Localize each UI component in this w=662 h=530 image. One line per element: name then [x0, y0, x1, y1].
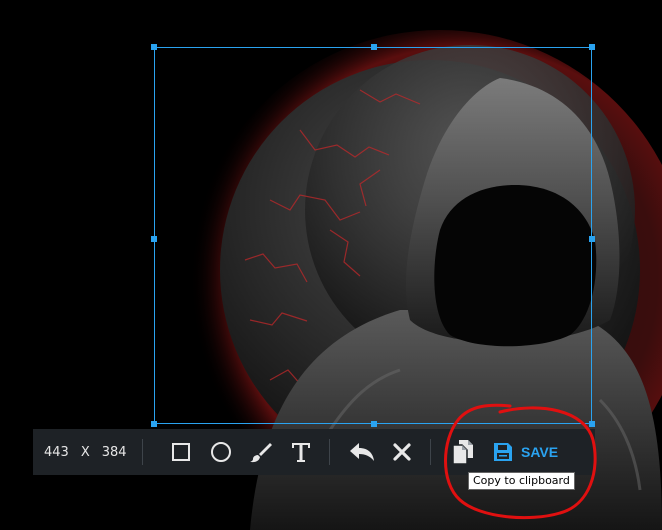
selection-dimensions: 443 X 384: [33, 445, 142, 460]
resize-handle-bottom-left[interactable]: [151, 421, 157, 427]
text-tool-button[interactable]: [281, 432, 321, 472]
save-button-label: SAVE: [521, 444, 559, 460]
brush-icon: [250, 443, 272, 463]
resize-handle-bottom-right[interactable]: [589, 421, 595, 427]
resize-handle-top[interactable]: [371, 44, 377, 50]
selection-width-value: 443: [44, 444, 69, 460]
save-button[interactable]: SAVE: [487, 442, 564, 462]
screen-capture-editor: 443 X 384 SAVE Copy to clipboard: [0, 0, 662, 530]
close-icon: [393, 443, 411, 461]
capture-selection-area[interactable]: [151, 44, 595, 427]
selection-height-value: 384: [101, 444, 127, 460]
rectangle-icon: [172, 443, 190, 461]
undo-icon: [350, 443, 374, 461]
resize-handle-top-right[interactable]: [589, 44, 595, 50]
capture-toolbar: 443 X 384 SAVE: [33, 429, 595, 475]
resize-handle-right[interactable]: [589, 236, 595, 242]
toolbar-divider: [142, 439, 143, 465]
copy-to-clipboard-button[interactable]: [443, 432, 483, 472]
toolbar-divider: [329, 439, 330, 465]
resize-handle-left[interactable]: [151, 236, 157, 242]
toolbar-divider: [430, 439, 431, 465]
save-icon: [494, 443, 512, 461]
undo-button[interactable]: [342, 432, 382, 472]
brush-tool-button[interactable]: [241, 432, 281, 472]
copy-to-clipboard-tooltip: Copy to clipboard: [468, 472, 575, 490]
text-icon: [292, 443, 310, 462]
rectangle-tool-button[interactable]: [161, 432, 201, 472]
cancel-button[interactable]: [382, 432, 422, 472]
dimension-separator: X: [80, 444, 90, 460]
copy-icon: [452, 440, 473, 465]
ellipse-tool-button[interactable]: [201, 432, 241, 472]
resize-handle-bottom[interactable]: [371, 421, 377, 427]
resize-handle-top-left[interactable]: [151, 44, 157, 50]
ellipse-icon: [211, 442, 231, 462]
